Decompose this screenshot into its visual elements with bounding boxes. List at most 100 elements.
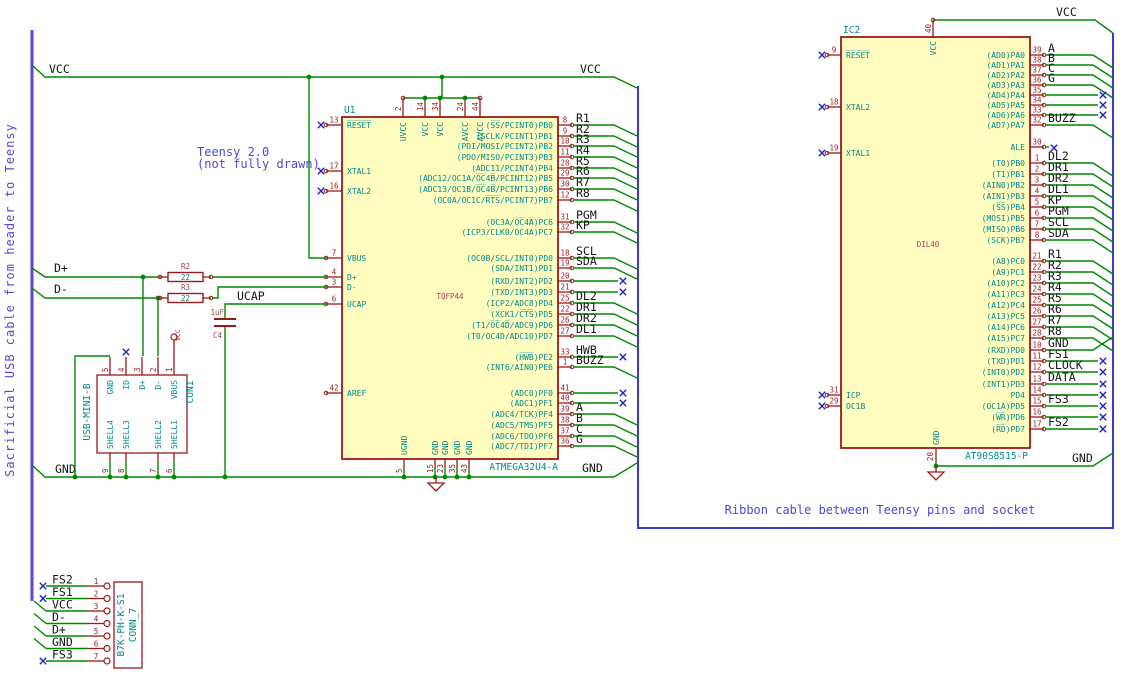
pin-name: ICP bbox=[846, 391, 861, 400]
pin-name: (OC0A/OC1C/R̅T̅S̅/PCINT7)PB7 bbox=[433, 195, 554, 205]
net-label-D-: D- bbox=[54, 282, 68, 296]
pin-number: 9 bbox=[832, 46, 837, 55]
pin-name: (ADC12/OC1A/O̅C̅4̅B̅/PCINT12)PB5 bbox=[418, 173, 553, 183]
pin-number: 12 bbox=[560, 191, 569, 200]
no-connect-icon bbox=[818, 51, 826, 59]
pin-name: OC1B bbox=[846, 402, 865, 411]
pin-name: D+ bbox=[347, 273, 357, 282]
pin-name: (A8)PC0 bbox=[991, 257, 1025, 266]
net-label-G: G bbox=[1048, 71, 1055, 85]
no-connect-icon bbox=[39, 582, 47, 590]
junction-dot bbox=[422, 95, 428, 101]
no-connect-icon bbox=[818, 402, 826, 410]
pin-number: 5 bbox=[101, 367, 110, 372]
pin-name: (A9)PC1 bbox=[991, 268, 1025, 277]
pin-number: 29 bbox=[560, 169, 569, 178]
wire bbox=[1046, 54, 1114, 69]
pin-name: GND bbox=[465, 440, 474, 455]
pin-name: (R̅D̅)PD7 bbox=[991, 424, 1025, 434]
wire bbox=[33, 600, 47, 612]
pin-number: 28 bbox=[560, 159, 570, 168]
pin-number: 16 bbox=[329, 182, 339, 191]
pin-name: SHELL3 bbox=[122, 420, 131, 449]
wire bbox=[574, 445, 638, 458]
wire bbox=[33, 637, 47, 650]
pin-name: GND bbox=[106, 380, 115, 395]
pin-number: 14 bbox=[416, 101, 425, 111]
junction-dot bbox=[462, 95, 468, 101]
pin-number: 9 bbox=[101, 468, 110, 473]
conn7-reference: CONN_7 bbox=[128, 608, 139, 642]
net-label-KP: KP bbox=[576, 218, 590, 232]
pin-number: 38 bbox=[1032, 56, 1042, 65]
pin-number: 34 bbox=[1032, 96, 1042, 105]
pin-name: ALE bbox=[1011, 143, 1026, 152]
pin-number: 1 bbox=[1035, 154, 1040, 163]
no-connect-icon bbox=[39, 657, 47, 665]
no-connect-icon bbox=[1099, 413, 1107, 421]
wire bbox=[1046, 84, 1114, 99]
pin-number: 16 bbox=[1032, 408, 1042, 417]
wire bbox=[1046, 64, 1114, 79]
pin-number: 7 bbox=[1035, 220, 1040, 229]
pin-name: (ICP3/CLK0/OC4A)PC7 bbox=[461, 228, 553, 237]
wire bbox=[574, 413, 638, 426]
net-label-DATA: DATA bbox=[1048, 370, 1076, 384]
pin-number: 43 bbox=[460, 464, 469, 473]
pin-number: 2 bbox=[1035, 165, 1040, 174]
pin-name: (A14)PC6 bbox=[986, 323, 1025, 332]
pin-number: 7 bbox=[94, 652, 99, 661]
con1-reference: CON1 bbox=[185, 380, 196, 403]
pin-number: 8 bbox=[117, 468, 126, 473]
note-left-vertical: Sacrificial USB cable from header to Tee… bbox=[3, 123, 17, 477]
pin-number: 7 bbox=[149, 468, 158, 473]
pin-name: VCC bbox=[421, 122, 430, 137]
pin-name: (RXD/INT2)PD2 bbox=[490, 277, 553, 286]
pin-number: 36 bbox=[1032, 76, 1042, 85]
pin-number: 26 bbox=[1032, 307, 1042, 316]
net-label-BUZZ: BUZZ bbox=[576, 353, 604, 367]
pin-number: 7 bbox=[332, 249, 337, 258]
pin-number: 4 bbox=[94, 615, 99, 624]
pin-name: UCAP bbox=[347, 300, 366, 309]
pin-name: XTAL1 bbox=[846, 149, 870, 158]
no-connect-icon bbox=[619, 399, 627, 407]
no-connect-icon bbox=[1099, 111, 1107, 119]
pin-number: 18 bbox=[829, 98, 839, 107]
pin-name: (AD6)PA6 bbox=[986, 111, 1025, 120]
pin-number: 14 bbox=[1032, 386, 1042, 395]
pin-number: 5 bbox=[395, 468, 404, 473]
pin-number: 10 bbox=[560, 137, 570, 146]
pin-number: 6 bbox=[332, 295, 337, 304]
pin-name: D+ bbox=[138, 380, 147, 390]
pin-number: 3 bbox=[1035, 176, 1040, 185]
pin-name: R̅E̅S̅E̅T̅ bbox=[347, 120, 371, 130]
pin-number: 23 bbox=[436, 464, 445, 473]
pin-name: (A11)PC3 bbox=[986, 290, 1025, 299]
pin-name: (ADC5/TMS)PF5 bbox=[490, 421, 553, 430]
pin-number: 42 bbox=[329, 384, 338, 393]
pin-number: 3 bbox=[332, 278, 337, 287]
pin-name: XTAL2 bbox=[846, 103, 870, 112]
net-label-GND: GND bbox=[1072, 451, 1093, 465]
pin-number: 2 bbox=[94, 590, 99, 599]
pin-number: 15 bbox=[426, 464, 435, 473]
pin-number: 10 bbox=[1032, 341, 1042, 350]
pin-name: GND bbox=[932, 430, 941, 445]
pin-name: (OC3A/O̅C̅4̅A̅)PC6 bbox=[486, 217, 554, 227]
no-connect-icon bbox=[1099, 380, 1107, 388]
pin-number: 19 bbox=[829, 144, 838, 153]
pin-number: 1 bbox=[563, 358, 568, 367]
pin-name: (INT0)PD2 bbox=[982, 368, 1026, 377]
ic2-part-name: AT90S8515-P bbox=[965, 451, 1028, 462]
R3-value: 22 bbox=[181, 294, 190, 303]
pin-name: VBUS bbox=[170, 380, 179, 399]
pin-name: ID bbox=[122, 380, 131, 390]
pin-name: XTAL2 bbox=[347, 187, 371, 196]
pin-name: (ICP2/ADC8)PD4 bbox=[486, 299, 554, 308]
pin-number: 33 bbox=[1032, 106, 1041, 115]
vcc-rail bbox=[31, 64, 638, 89]
pin-name: AVCC bbox=[461, 122, 470, 141]
pin-number: 1 bbox=[165, 367, 174, 372]
wire bbox=[1046, 124, 1114, 139]
